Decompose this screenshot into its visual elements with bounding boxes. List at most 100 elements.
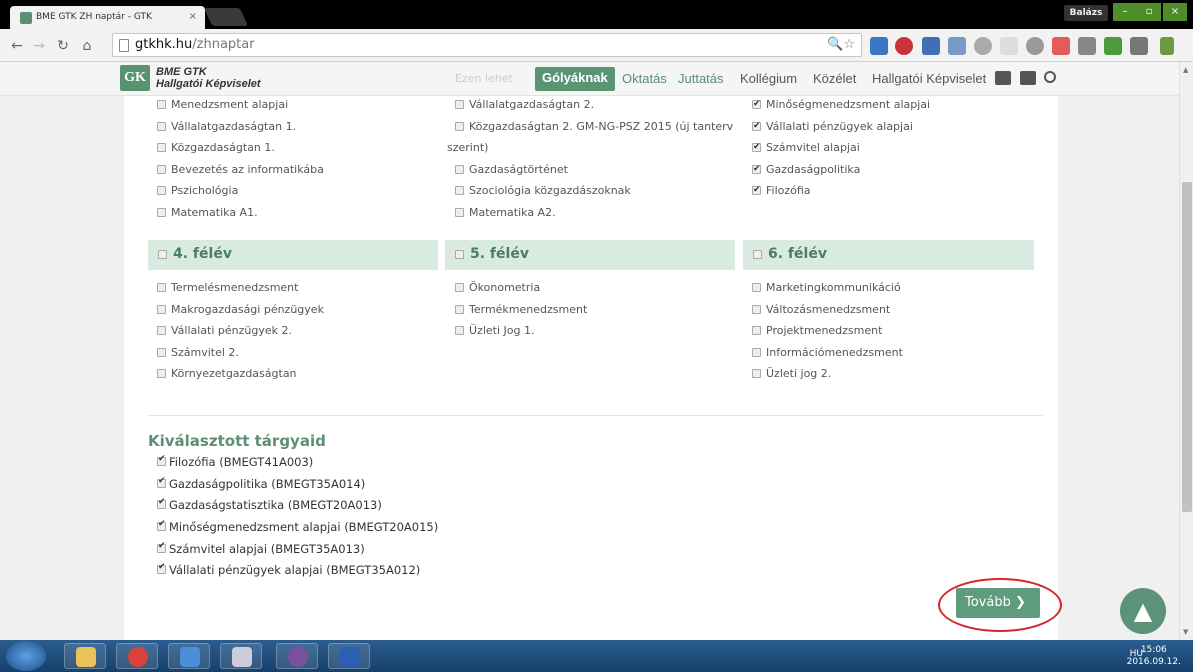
extension-icon[interactable] [870, 37, 888, 55]
course-item[interactable]: Termékmenedzsment [455, 303, 745, 325]
extension-icon[interactable] [922, 37, 940, 55]
checkbox[interactable] [752, 369, 761, 378]
checkbox[interactable] [455, 121, 464, 131]
checkbox[interactable] [752, 304, 761, 314]
course-item[interactable]: Pszichológia [157, 184, 447, 206]
semester-4-header[interactable]: 4. félév [148, 240, 438, 270]
checkbox[interactable] [157, 283, 166, 292]
checkbox-checked[interactable] [752, 97, 761, 111]
checkbox[interactable] [455, 283, 464, 292]
checkbox[interactable] [752, 283, 761, 292]
checkbox-checked[interactable] [752, 119, 761, 133]
taskbar-viber[interactable] [276, 643, 318, 669]
course-item[interactable]: Változásmenedzsment [752, 303, 1042, 325]
search-icon[interactable] [1044, 71, 1056, 83]
course-item[interactable]: Környezetgazdaságtan [157, 367, 447, 389]
mail-icon[interactable] [995, 71, 1011, 85]
checkbox[interactable] [455, 304, 464, 314]
extension-icon[interactable] [1000, 37, 1018, 55]
menu-icon[interactable] [1160, 37, 1174, 55]
course-item[interactable]: Projektmenedzsment [752, 324, 1042, 346]
profile-name[interactable]: Balázs [1064, 5, 1108, 21]
scrollbar[interactable]: ▲ ▼ [1179, 62, 1193, 640]
maximize-button[interactable]: ▫ [1137, 3, 1161, 21]
nav-golyaknak[interactable]: Gólyáknak [535, 67, 615, 91]
nav-oktatas[interactable]: Oktatás [622, 71, 667, 86]
tab-close-icon[interactable]: × [189, 11, 197, 22]
course-item[interactable]: Közgazdaságtan 2. GM-NG-PSZ 2015 (új tan… [455, 120, 745, 142]
course-item[interactable]: Vállalati pénzügyek 2. [157, 324, 447, 346]
checkbox-checked[interactable] [157, 454, 166, 466]
course-item[interactable]: Minőségmenedzsment alapjai [752, 97, 1042, 120]
checkbox[interactable] [455, 100, 464, 109]
extension-icon[interactable] [974, 37, 992, 55]
reload-icon[interactable]: ↻ [54, 38, 72, 54]
semester-5-header[interactable]: 5. félév [445, 240, 735, 270]
browser-tab[interactable]: BME GTK ZH naptár - GTK × [10, 6, 205, 29]
taskbar-chrome[interactable] [116, 643, 158, 669]
checkbox[interactable] [455, 164, 464, 174]
checkbox-checked[interactable] [752, 183, 761, 197]
course-item[interactable]: Üzleti Jog 1. [455, 324, 745, 346]
checkbox-checked[interactable] [157, 562, 166, 575]
scroll-thumb[interactable] [1182, 182, 1192, 512]
course-item[interactable]: Matematika A1. [157, 206, 447, 228]
nav-kollegium[interactable]: Kollégium [740, 71, 797, 86]
extension-icon[interactable] [895, 37, 913, 55]
scroll-down-icon[interactable]: ▼ [1183, 628, 1188, 636]
checkbox[interactable] [158, 250, 167, 259]
course-item[interactable]: Szociológia közgazdászoknak [455, 184, 745, 206]
taskbar-explorer[interactable] [64, 643, 106, 669]
nav-hallgatoi-kepviselet[interactable]: Hallgatói Képviselet [872, 71, 986, 86]
course-item[interactable]: Üzleti jog 2. [752, 367, 1042, 389]
course-item[interactable]: Makrogazdasági pénzügyek [157, 303, 447, 325]
extension-icon[interactable] [1104, 37, 1122, 55]
checkbox[interactable] [752, 326, 761, 335]
checkbox[interactable] [157, 326, 166, 335]
checkbox[interactable] [157, 164, 166, 174]
address-bar[interactable]: gtkhk.hu/zhnaptar 🔍☆ [112, 33, 862, 57]
course-item[interactable]: Számvitel 2. [157, 346, 447, 368]
checkbox[interactable] [157, 186, 166, 195]
course-item[interactable]: Menedzsment alapjai [157, 98, 447, 120]
course-item[interactable]: Gazdaságtörténet [455, 163, 745, 185]
nav-kozelet[interactable]: Közélet [813, 71, 856, 86]
scroll-to-top-icon[interactable]: ▲ [1120, 588, 1166, 634]
nav-juttatas[interactable]: Juttatás [678, 71, 724, 86]
checkbox-checked[interactable] [157, 541, 166, 553]
course-item[interactable]: Ökonometria [455, 281, 745, 303]
checkbox[interactable] [157, 143, 166, 152]
back-arrow-icon[interactable]: ← [8, 38, 26, 54]
course-item[interactable]: Közgazdaságtan 1. [157, 141, 447, 163]
minimize-button[interactable]: – [1113, 3, 1137, 21]
selected-course[interactable]: Filozófia (BMEGT41A003) [157, 454, 438, 477]
start-button[interactable] [6, 641, 46, 671]
course-item[interactable]: Információmenedzsment [752, 346, 1042, 368]
course-item[interactable]: Filozófia [752, 183, 1042, 206]
checkbox[interactable] [157, 121, 166, 131]
checkbox[interactable] [157, 207, 166, 217]
taskbar-app[interactable] [168, 643, 210, 669]
checkbox[interactable] [455, 250, 464, 259]
selected-course[interactable]: Gazdaságstatisztika (BMEGT20A013) [157, 497, 438, 520]
zoom-star-icon[interactable]: 🔍☆ [827, 37, 855, 52]
close-window-button[interactable]: × [1163, 3, 1187, 21]
clock[interactable]: 15:06 2016.09.12. [1127, 644, 1181, 668]
course-item[interactable]: Bevezetés az informatikába [157, 163, 447, 185]
checkbox[interactable] [157, 304, 166, 314]
scroll-up-icon[interactable]: ▲ [1183, 66, 1188, 74]
logo-icon[interactable]: GK [120, 65, 150, 91]
selected-course[interactable]: Gazdaságpolitika (BMEGT35A014) [157, 476, 438, 499]
checkbox[interactable] [157, 347, 166, 357]
selected-course[interactable]: Számvitel alapjai (BMEGT35A013) [157, 541, 438, 564]
extension-icon[interactable] [1052, 37, 1070, 55]
course-item[interactable]: Termelésmenedzsment [157, 281, 447, 303]
forward-arrow-icon[interactable]: → [30, 38, 48, 54]
checkbox[interactable] [752, 347, 761, 357]
checkbox[interactable] [455, 326, 464, 335]
extension-icon[interactable] [1130, 37, 1148, 55]
checkbox-checked[interactable] [157, 519, 166, 532]
facebook-icon[interactable] [1020, 71, 1036, 85]
checkbox-checked[interactable] [157, 497, 166, 510]
selected-course[interactable]: Minőségmenedzsment alapjai (BMEGT20A015) [157, 519, 438, 542]
